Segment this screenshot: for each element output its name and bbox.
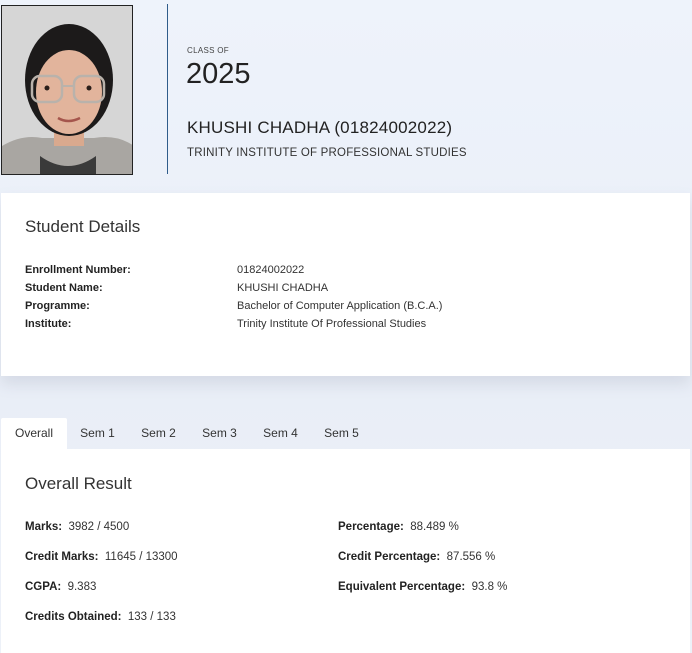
overall-result-card: Overall Result Marks: 3982 / 4500 Credit… — [1, 449, 690, 653]
stat-value: 3982 / 4500 — [68, 521, 130, 533]
overall-result-title: Overall Result — [25, 474, 132, 493]
tab-sem-3[interactable]: Sem 3 — [189, 418, 250, 449]
student-details-card: Student Details Enrollment Number: 01824… — [1, 193, 690, 376]
stat-label: Credit Percentage: — [338, 551, 441, 563]
stat-value: 88.489 % — [410, 521, 459, 533]
stat-label: Marks: — [25, 521, 63, 533]
tab-sem-1[interactable]: Sem 1 — [67, 418, 128, 449]
detail-value: Trinity Institute Of Professional Studie… — [237, 318, 427, 330]
institute-heading: TRINITY INSTITUTE OF PROFESSIONAL STUDIE… — [187, 147, 467, 159]
detail-label: Student Name: — [25, 282, 103, 294]
detail-value: Bachelor of Computer Application (B.C.A.… — [237, 300, 443, 312]
stat-credit-percentage: Credit Percentage: 87.556 % — [338, 551, 495, 563]
stat-percentage: Percentage: 88.489 % — [338, 521, 459, 533]
tab-sem-2[interactable]: Sem 2 — [128, 418, 189, 449]
detail-label: Institute: — [25, 318, 72, 330]
stat-label: Credit Marks: — [25, 551, 99, 563]
student-photo-image — [2, 6, 132, 174]
semester-tabs: Overall Sem 1 Sem 2 Sem 3 Sem 4 Sem 5 — [1, 418, 690, 449]
stat-label: Credits Obtained: — [25, 611, 122, 623]
stat-label: Percentage: — [338, 521, 404, 533]
stat-credits-obtained: Credits Obtained: 133 / 133 — [25, 611, 176, 623]
tab-overall[interactable]: Overall — [1, 418, 67, 449]
stat-label: CGPA: — [25, 581, 62, 593]
header-divider — [167, 4, 168, 174]
profile-header: CLASS OF 2025 KHUSHI CHADHA (01824002022… — [0, 0, 692, 188]
stat-value: 87.556 % — [446, 551, 496, 563]
class-of-label: CLASS OF — [187, 46, 229, 55]
stat-marks: Marks: 3982 / 4500 — [25, 521, 129, 533]
stat-value: 11645 / 13300 — [104, 551, 178, 563]
detail-value: 01824002022 — [237, 264, 305, 276]
stat-equivalent-percentage: Equivalent Percentage: 93.8 % — [338, 581, 507, 593]
graduation-year: 2025 — [186, 58, 251, 90]
detail-label: Enrollment Number: — [25, 264, 131, 276]
detail-label: Programme: — [25, 300, 90, 312]
stat-cgpa: CGPA: 9.383 — [25, 581, 96, 593]
stat-value: 133 / 133 — [127, 611, 176, 623]
tab-sem-5[interactable]: Sem 5 — [311, 418, 372, 449]
stat-label: Equivalent Percentage: — [338, 581, 466, 593]
tab-sem-4[interactable]: Sem 4 — [250, 418, 311, 449]
stat-credit-marks: Credit Marks: 11645 / 13300 — [25, 551, 178, 563]
student-name-heading: KHUSHI CHADHA (01824002022) — [187, 118, 453, 137]
stat-value: 9.383 — [67, 581, 97, 593]
student-photo — [1, 5, 133, 175]
detail-value: KHUSHI CHADHA — [237, 282, 329, 294]
student-details-title: Student Details — [25, 217, 141, 236]
stat-value: 93.8 % — [471, 581, 508, 593]
